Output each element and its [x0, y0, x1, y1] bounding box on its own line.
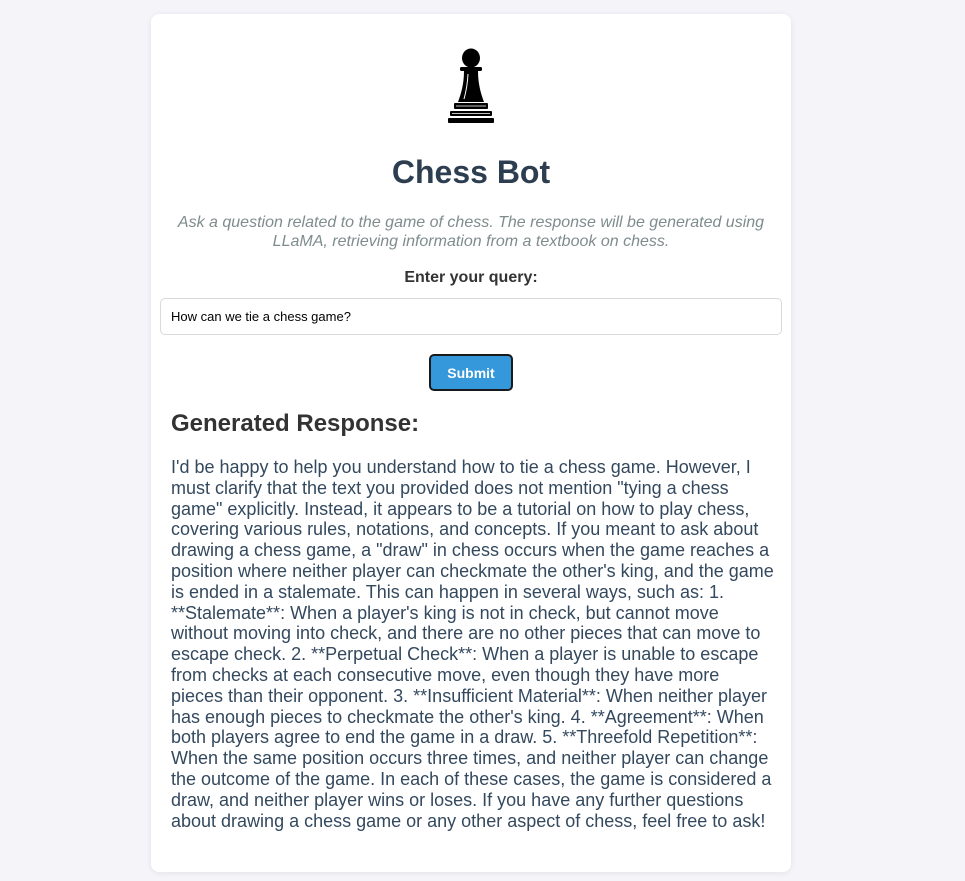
page-title: Chess Bot — [391, 154, 551, 190]
response-text: I'd be happy to help you understand how … — [171, 457, 774, 831]
query-input[interactable] — [160, 298, 782, 335]
page-subtitle: Ask a question related to the game of ch… — [177, 214, 765, 250]
query-label: Enter your query: — [404, 269, 538, 286]
response-heading: Generated Response: — [171, 410, 420, 437]
submit-button[interactable]: Submit — [429, 354, 513, 391]
chat-card: Chess Bot Ask a question related to the … — [151, 14, 791, 872]
chess-pawn-icon — [448, 48, 494, 123]
